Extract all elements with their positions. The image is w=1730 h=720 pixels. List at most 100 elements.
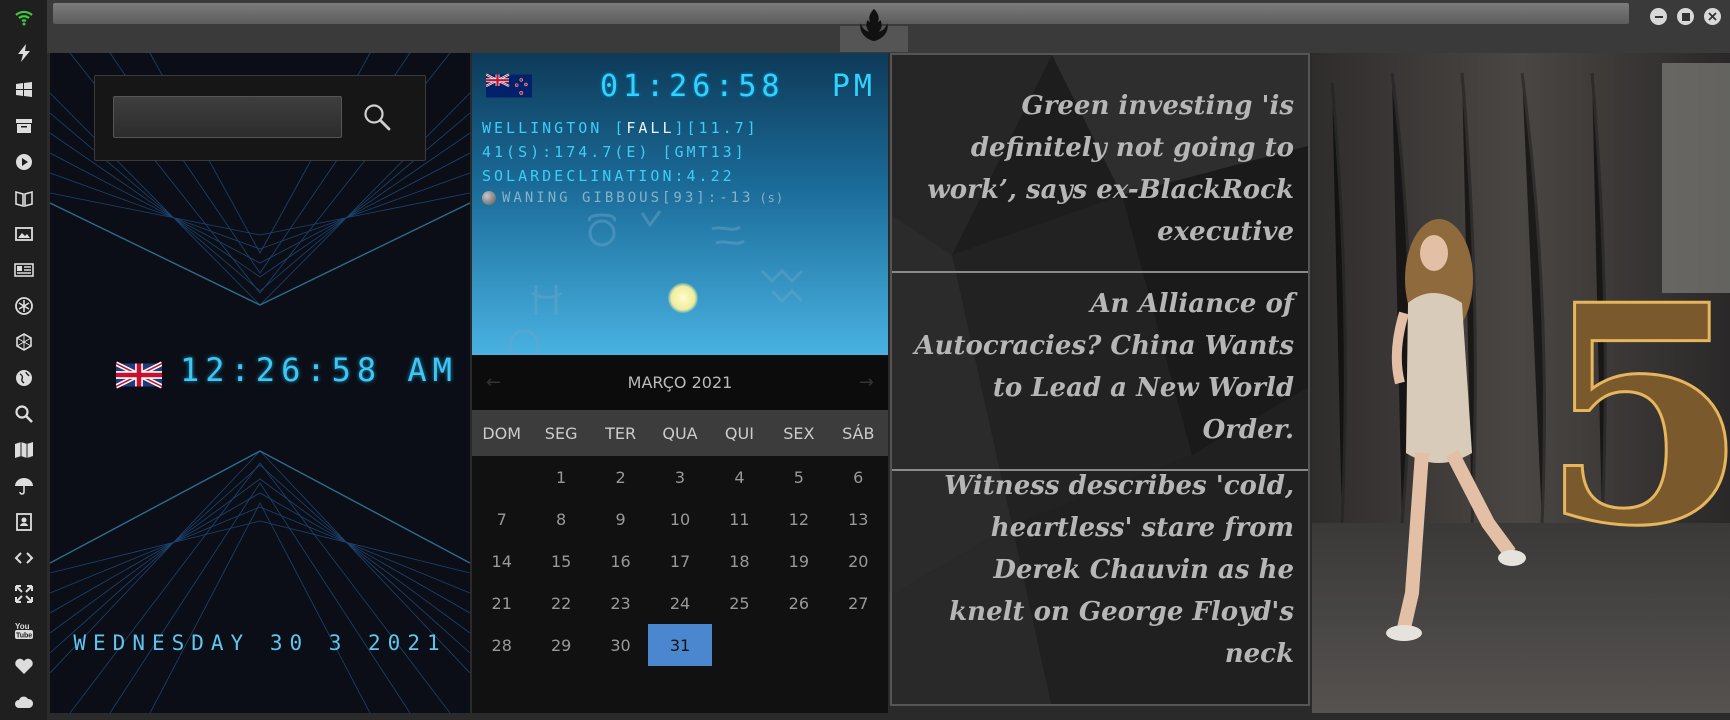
calendar-day[interactable]: 8 — [531, 498, 590, 540]
fashion-photo: 5 — [1312, 53, 1730, 713]
close-icon — [1708, 12, 1717, 21]
search-icon[interactable] — [13, 403, 35, 425]
nz-flag-icon — [486, 73, 532, 98]
calendar-day[interactable]: 6 — [829, 456, 888, 498]
weather-calendar-panel: 01:26:58 PM WELLINGTON [FALL][11.7] 41(S… — [472, 53, 888, 713]
local-clock-panel: 12:26:58 AM WEDNESDAY 30 3 2021 — [50, 53, 470, 713]
calendar-day[interactable]: 3 — [650, 456, 709, 498]
coordinates-line: 41(S):174.7(E) [GMT13] — [482, 143, 747, 161]
maximize-button[interactable] — [1677, 8, 1694, 25]
search-panel — [94, 75, 426, 161]
declination-line: SOLARDECLINATION:4.22 — [482, 167, 735, 185]
city-suffix: ][11.7] — [674, 119, 759, 137]
youtube-icon[interactable]: You Tube — [13, 619, 35, 641]
calendar-day[interactable]: 26 — [769, 582, 828, 624]
calendar-day — [472, 456, 531, 498]
calendar-day[interactable]: 2 — [591, 456, 650, 498]
calendar-day[interactable]: 1 — [531, 456, 590, 498]
weekday-label: SEG — [544, 423, 578, 443]
calendar-day[interactable]: 25 — [710, 582, 769, 624]
news-headline[interactable]: Green investing 'is definitely not going… — [892, 85, 1294, 253]
close-button[interactable] — [1704, 8, 1721, 25]
play-icon[interactable] — [13, 151, 35, 173]
logo-tab[interactable] — [840, 0, 908, 52]
globe-icon[interactable] — [13, 367, 35, 389]
weekday-label: SEX — [783, 423, 815, 443]
calendar-day[interactable]: 30 — [591, 624, 650, 666]
calendar-day[interactable]: 18 — [710, 540, 769, 582]
news-icon[interactable] — [13, 259, 35, 281]
umbrella-icon[interactable] — [13, 475, 35, 497]
contact-icon[interactable] — [13, 511, 35, 533]
moon-icon — [482, 191, 496, 205]
weekday-label: QUA — [662, 423, 698, 443]
calendar-day[interactable]: 19 — [769, 540, 828, 582]
expand-icon[interactable] — [13, 583, 35, 605]
windows-icon[interactable] — [13, 79, 35, 101]
calendar-day[interactable]: 29 — [531, 624, 590, 666]
calendar-day[interactable]: 10 — [650, 498, 709, 540]
image-icon[interactable] — [13, 223, 35, 245]
news-headline[interactable]: Witness describes 'cold, heartless' star… — [892, 465, 1294, 675]
cloud-icon[interactable] — [13, 691, 35, 713]
sky-widget: 01:26:58 PM WELLINGTON [FALL][11.7] 41(S… — [472, 53, 888, 355]
calendar-day[interactable]: 28 — [472, 624, 531, 666]
map-icon[interactable] — [13, 439, 35, 461]
calendar-day[interactable]: 15 — [531, 540, 590, 582]
app-sidebar: You Tube — [0, 0, 47, 720]
archive-icon[interactable] — [13, 115, 35, 137]
calendar-day[interactable]: 9 — [591, 498, 650, 540]
weekday-label: DOM — [482, 423, 522, 443]
calendar-month: MARÇO 2021 — [627, 373, 733, 392]
calendar-day[interactable]: 31 — [648, 624, 712, 666]
calendar-day[interactable]: 11 — [710, 498, 769, 540]
rebel-alliance-logo — [860, 8, 888, 42]
calendar-day[interactable]: 5 — [769, 456, 828, 498]
code-icon[interactable] — [13, 547, 35, 569]
calendar-header: ← MARÇO 2021 → — [472, 355, 888, 410]
moon-line: WANING GIBBOUS[93]:-13 (s) — [482, 190, 784, 206]
calendar-day[interactable]: 14 — [472, 540, 531, 582]
weekday-row: DOM SEG TER QUA QUI SEX SÁB — [472, 410, 888, 456]
calendar-day[interactable]: 27 — [829, 582, 888, 624]
wifi-icon[interactable] — [13, 6, 35, 28]
next-month-arrow-icon[interactable]: → — [859, 372, 874, 393]
local-time: 12:26:58 AM — [180, 351, 458, 389]
calendar-day[interactable]: 22 — [531, 582, 590, 624]
calendar-days: 1 2 3 4 5 6 7 8 9 10 11 12 13 14 15 16 17 18 19 20 21 22 23 24 2… — [472, 456, 888, 666]
calendar-day[interactable]: 12 — [769, 498, 828, 540]
book-icon[interactable] — [13, 187, 35, 209]
minimize-button[interactable] — [1650, 8, 1667, 25]
photo-panel: 5 — [1312, 53, 1730, 713]
news-panel: Green investing 'is definitely not going… — [890, 53, 1310, 706]
moon-unit: (s) — [759, 191, 785, 205]
calendar-day[interactable]: 16 — [591, 540, 650, 582]
news-divider — [892, 271, 1308, 273]
uk-flag-icon — [116, 361, 162, 389]
calendar-day[interactable]: 4 — [710, 456, 769, 498]
bolt-icon[interactable] — [13, 42, 35, 64]
calendar-day[interactable]: 20 — [829, 540, 888, 582]
calendar-day[interactable]: 23 — [591, 582, 650, 624]
calendar-day[interactable]: 21 — [472, 582, 531, 624]
news-headline[interactable]: An Alliance of Autocracies? China Wants … — [892, 283, 1294, 451]
calendar-day — [710, 624, 769, 666]
sun-icon — [668, 283, 698, 313]
remote-time: 01:26:58 — [600, 69, 785, 104]
marquee-number: 5 — [1540, 239, 1730, 592]
calendar-day — [769, 624, 828, 666]
svg-text:You: You — [15, 622, 30, 631]
search-input[interactable] — [113, 96, 342, 138]
calendar-day[interactable]: 24 — [650, 582, 709, 624]
weekday-label: SÁB — [842, 423, 875, 443]
hexagon-icon[interactable] — [13, 331, 35, 353]
weekday-label: QUI — [724, 423, 754, 443]
asterisk-icon[interactable] — [13, 295, 35, 317]
calendar-day[interactable]: 17 — [650, 540, 709, 582]
prev-month-arrow-icon[interactable]: ← — [486, 372, 501, 393]
calendar-day[interactable]: 13 — [829, 498, 888, 540]
heart-icon[interactable] — [13, 655, 35, 677]
calendar-day[interactable]: 7 — [472, 498, 531, 540]
search-icon[interactable] — [362, 102, 392, 132]
remote-ampm: PM — [831, 69, 876, 104]
